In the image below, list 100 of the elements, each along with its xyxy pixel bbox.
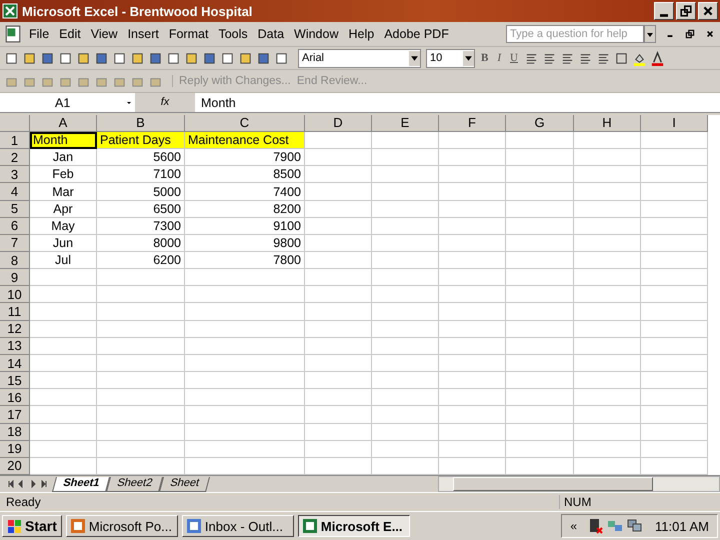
column-header[interactable]: C	[185, 115, 305, 132]
taskbar-button[interactable]: Microsoft E...	[298, 515, 410, 537]
row-header[interactable]: 10	[0, 286, 30, 304]
dropdown-button[interactable]	[644, 25, 656, 43]
computer-icon[interactable]	[587, 518, 604, 534]
table-cell	[574, 183, 641, 201]
sheet-tab[interactable]: Sheet1	[52, 476, 110, 492]
column-header[interactable]: G	[506, 115, 574, 132]
row-header[interactable]: 20	[0, 458, 30, 475]
table-cell	[305, 406, 372, 424]
taskbar-button[interactable]: Microsoft Po...	[66, 515, 178, 537]
table-cell	[372, 389, 439, 406]
function-button[interactable]: fx	[135, 93, 195, 112]
table-cell	[439, 200, 506, 218]
table-cell	[574, 320, 641, 338]
table-cell	[439, 183, 506, 201]
style-button[interactable]: B	[478, 52, 492, 64]
document-icon[interactable]	[4, 25, 22, 43]
start-button[interactable]: Start	[2, 515, 62, 537]
menu-item[interactable]: File	[24, 27, 54, 41]
column-header[interactable]: I	[641, 115, 708, 132]
row-header[interactable]: 5	[0, 200, 30, 218]
menu-item[interactable]: View	[86, 27, 123, 41]
restore-icon	[680, 5, 692, 17]
row-header[interactable]: 19	[0, 440, 30, 458]
row-header[interactable]: 18	[0, 424, 30, 441]
row-header[interactable]: 7	[0, 234, 30, 252]
close-icon[interactable]	[704, 28, 716, 40]
table-cell	[439, 338, 506, 355]
table-cell	[305, 234, 372, 252]
sheet-tab[interactable]: Sheet2	[106, 476, 163, 492]
menu-item[interactable]: Format	[164, 27, 214, 41]
table-cell	[574, 354, 641, 372]
table-cell	[506, 234, 574, 252]
table-cell	[439, 406, 506, 424]
table-cell	[574, 440, 641, 458]
style-button[interactable]: I	[494, 52, 504, 64]
help-search-field[interactable]: Type a question for help	[506, 25, 644, 43]
table-cell	[506, 303, 574, 321]
style-button[interactable]: U	[507, 52, 521, 64]
menu-item[interactable]: Insert	[122, 27, 164, 41]
table-cell	[506, 458, 574, 475]
row-header[interactable]: 14	[0, 354, 30, 372]
border-icon[interactable]	[614, 50, 629, 66]
sheet-tab[interactable]: Sheet	[158, 476, 210, 492]
table-cell	[30, 286, 97, 304]
formula-field[interactable]: Month	[195, 96, 236, 110]
row-header[interactable]: 9	[0, 269, 30, 286]
column-header[interactable]: B	[97, 115, 185, 132]
row-header[interactable]: 6	[0, 218, 30, 235]
table-cell	[305, 132, 372, 150]
row-header[interactable]: 13	[0, 338, 30, 355]
table-cell	[506, 218, 574, 235]
table-cell	[372, 200, 439, 218]
table-cell	[372, 132, 439, 150]
column-header[interactable]: E	[372, 115, 439, 132]
row-header[interactable]: 12	[0, 320, 30, 338]
restore-button[interactable]	[676, 2, 696, 20]
font-size-dropdown[interactable]: 10	[426, 48, 475, 68]
row-header[interactable]: 4	[0, 183, 30, 201]
table-cell	[506, 149, 574, 166]
minimize-button[interactable]	[654, 2, 674, 20]
row-header[interactable]: 8	[0, 252, 30, 270]
row-header[interactable]: 11	[0, 303, 30, 321]
row-header[interactable]: 17	[0, 406, 30, 424]
menu-item[interactable]: Edit	[54, 27, 86, 41]
column-header[interactable]: D	[305, 115, 372, 132]
chevron-button[interactable]: «	[570, 519, 578, 533]
row-header[interactable]: 2	[0, 149, 30, 166]
table-cell	[574, 286, 641, 304]
menu-item[interactable]: Data	[252, 27, 290, 41]
table-cell	[574, 252, 641, 270]
row-header[interactable]: 15	[0, 372, 30, 390]
table-cell	[439, 354, 506, 372]
table-cell	[305, 372, 372, 390]
horizontal-scrollbar[interactable]	[438, 476, 720, 492]
table-cell	[30, 389, 97, 406]
row-header[interactable]: 3	[0, 166, 30, 184]
row-header[interactable]: 1	[0, 132, 30, 150]
restore-icon[interactable]	[684, 28, 696, 40]
menu-item[interactable]: Adobe PDF	[379, 27, 454, 41]
row-header[interactable]: 16	[0, 389, 30, 406]
menu-item[interactable]: Tools	[213, 27, 253, 41]
column-header[interactable]: A	[30, 115, 97, 132]
column-header[interactable]: F	[439, 115, 506, 132]
font-color-icon[interactable]	[650, 50, 665, 66]
monitors-icon[interactable]	[627, 518, 644, 534]
close-button[interactable]	[698, 2, 718, 20]
table-cell	[506, 132, 574, 150]
menu-item[interactable]: Help	[344, 27, 380, 41]
taskbar-button[interactable]: Inbox - Outl...	[182, 515, 294, 537]
table-cell	[30, 406, 97, 424]
font-dropdown[interactable]: Arial	[298, 48, 421, 68]
table-cell	[372, 269, 439, 286]
table-cell	[305, 183, 372, 201]
table-cell	[372, 458, 439, 475]
menu-item[interactable]: Window	[289, 27, 344, 41]
table-cell	[305, 218, 372, 235]
column-header[interactable]: H	[574, 115, 641, 132]
table-cell	[574, 132, 641, 150]
